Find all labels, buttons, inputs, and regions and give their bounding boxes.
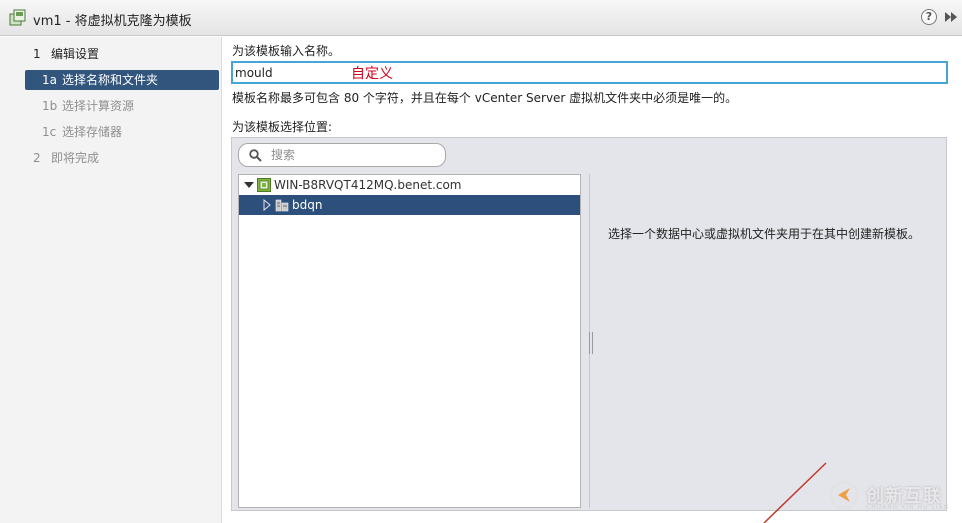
name-rule-note: 模板名称最多可包含 80 个字符，并且在每个 vCenter Server 虚拟… bbox=[232, 91, 738, 105]
search-input[interactable] bbox=[271, 147, 431, 163]
tree-node-label: WIN-B8RVQT412MQ.benet.com bbox=[274, 178, 462, 192]
watermark-logo: 创新互联 CHUANG XIN HU LIAN bbox=[826, 478, 962, 512]
location-hint: 选择一个数据中心或虚拟机文件夹用于在其中创建新模板。 bbox=[608, 227, 921, 241]
step-number: 1a bbox=[42, 73, 57, 87]
tree-node-label: bdqn bbox=[292, 198, 323, 212]
dialog-titlebar: vm1 - 将虚拟机克隆为模板 ? bbox=[0, 0, 962, 36]
step-ready-to-complete: 2 即将完成 bbox=[25, 148, 219, 168]
annotation-arrow bbox=[763, 462, 827, 523]
datacenter-icon bbox=[275, 199, 289, 212]
vcenter-icon bbox=[257, 178, 271, 192]
search-field[interactable] bbox=[238, 143, 446, 167]
name-field-label: 为该模板输入名称。 bbox=[232, 44, 341, 58]
watermark-logo-icon bbox=[829, 480, 859, 510]
step-number: 1 bbox=[33, 47, 41, 61]
clone-vm-icon bbox=[9, 9, 26, 26]
step-label: 编辑设置 bbox=[51, 47, 100, 61]
step-number: 2 bbox=[33, 151, 41, 165]
inventory-tree: WIN-B8RVQT412MQ.benet.com bdqn bbox=[238, 174, 581, 508]
wizard-content: 为该模板输入名称。 自定义 模板名称最多可包含 80 个字符，并且在每个 vCe… bbox=[223, 37, 962, 523]
template-name-input[interactable] bbox=[235, 64, 345, 82]
collapsed-arrow-icon[interactable] bbox=[261, 195, 273, 215]
expand-icon[interactable] bbox=[943, 10, 959, 24]
expanded-arrow-icon[interactable] bbox=[243, 175, 255, 195]
step-label: 即将完成 bbox=[51, 151, 100, 165]
step-label: 选择名称和文件夹 bbox=[62, 73, 159, 87]
step-label: 选择存储器 bbox=[62, 125, 123, 139]
step-select-name-folder[interactable]: 1a 选择名称和文件夹 bbox=[25, 70, 219, 90]
splitter-grip[interactable] bbox=[589, 332, 593, 354]
help-icon[interactable]: ? bbox=[921, 9, 937, 25]
step-number: 1b bbox=[42, 99, 58, 113]
step-select-compute-resource: 1b 选择计算资源 bbox=[25, 96, 219, 116]
tree-row-datacenter[interactable]: bdqn bbox=[239, 195, 580, 215]
template-name-field[interactable] bbox=[231, 61, 948, 84]
step-number: 1c bbox=[42, 125, 57, 139]
step-select-storage: 1c 选择存储器 bbox=[25, 122, 219, 142]
search-icon bbox=[249, 149, 262, 162]
step-label: 选择计算资源 bbox=[62, 99, 135, 113]
wizard-steps-sidebar: 1 编辑设置 1a 选择名称和文件夹 1b 选择计算资源 1c 选择存储器 2 即将完成 bbox=[0, 37, 222, 523]
watermark-subtext: CHUANG XIN HU LIAN bbox=[866, 504, 950, 511]
dialog-title: vm1 - 将虚拟机克隆为模板 bbox=[33, 14, 192, 29]
location-label: 为该模板选择位置: bbox=[232, 120, 333, 134]
tree-row-vcenter[interactable]: WIN-B8RVQT412MQ.benet.com bbox=[239, 175, 580, 195]
step-edit-settings[interactable]: 1 编辑设置 bbox=[25, 44, 219, 64]
custom-annotation: 自定义 bbox=[351, 66, 393, 82]
